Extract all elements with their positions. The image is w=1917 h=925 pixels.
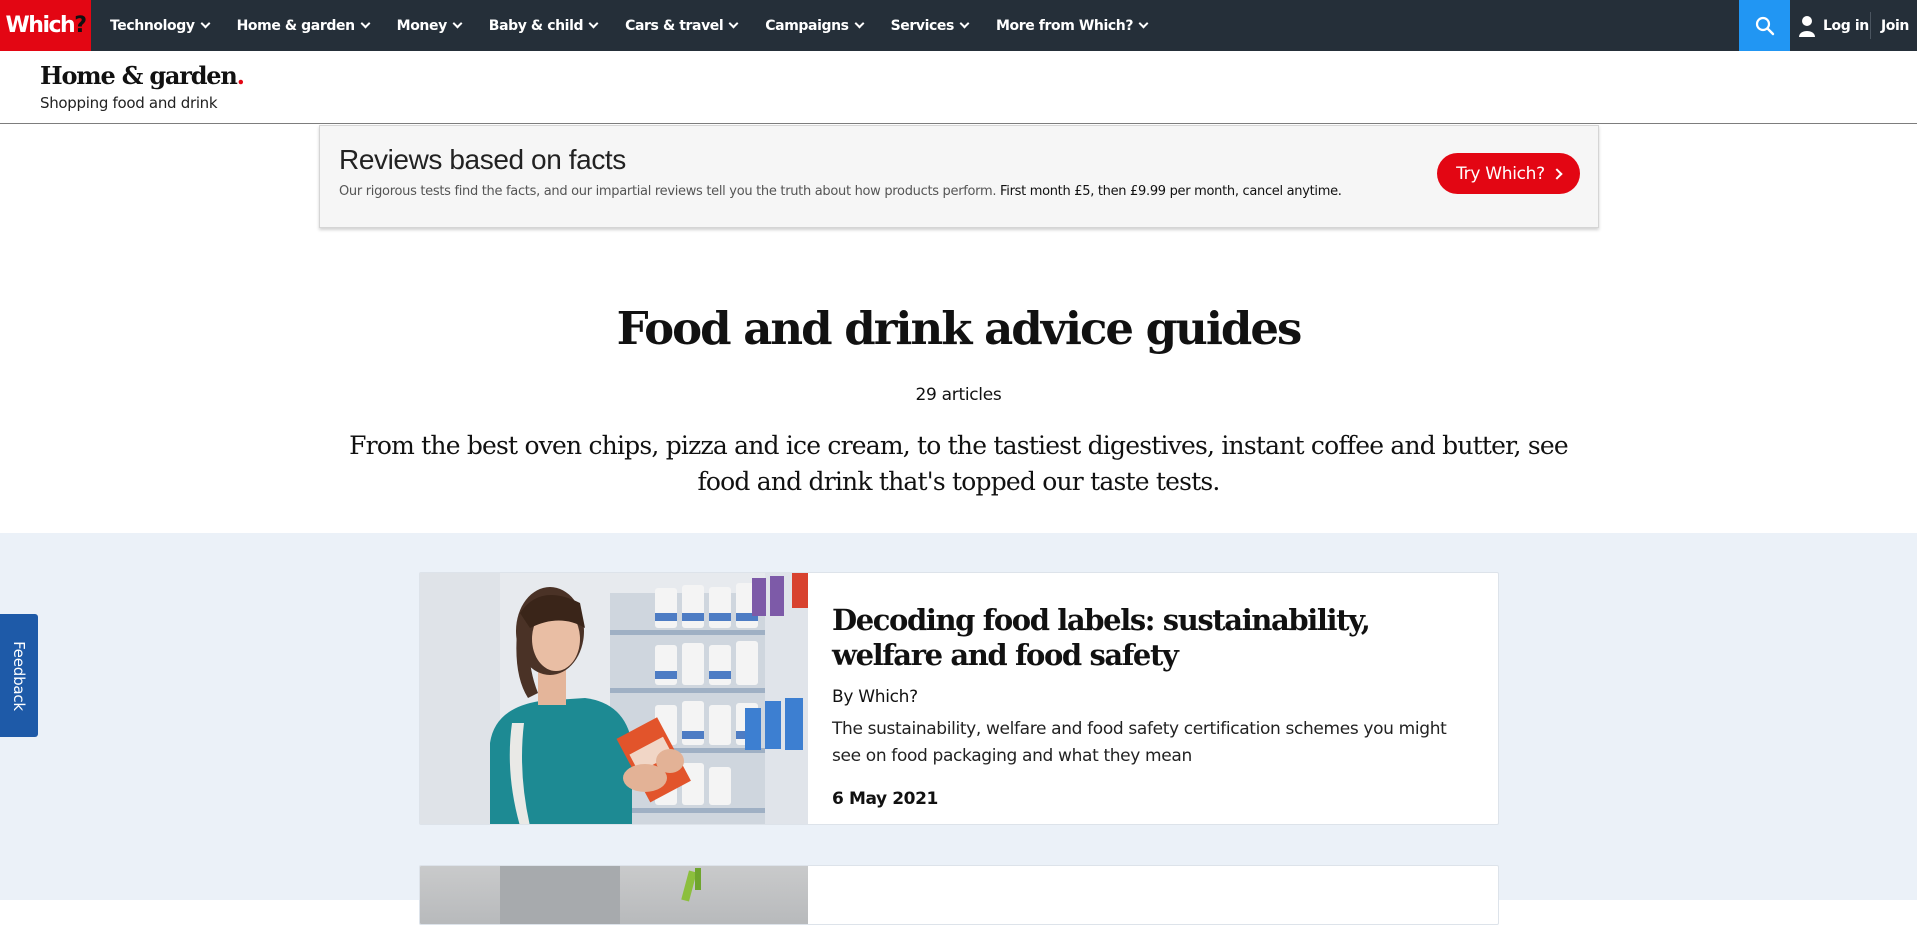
join-link[interactable]: Join xyxy=(1881,0,1909,51)
try-which-label: Try Which? xyxy=(1456,163,1545,184)
top-nav: Which? Technology Home & garden Money Ba… xyxy=(0,0,1917,51)
join-label: Join xyxy=(1881,17,1909,34)
nav-item-label: More from Which? xyxy=(995,17,1134,34)
feedback-tab[interactable]: Feedback xyxy=(0,614,38,737)
nav-item-baby-child[interactable]: Baby & child xyxy=(488,0,599,51)
section-title[interactable]: Home & garden. xyxy=(40,61,245,90)
banner-offer-text: First month £5, then £9.99 per month, ca… xyxy=(1000,184,1342,199)
chevron-down-icon xyxy=(588,18,599,29)
banner-title: Reviews based on facts xyxy=(339,144,626,175)
nav-item-home-garden[interactable]: Home & garden xyxy=(236,0,371,51)
section-header: Home & garden. Shopping food and drink xyxy=(0,51,1917,124)
nav-item-technology[interactable]: Technology xyxy=(110,0,211,51)
article-description: The sustainability, welfare and food saf… xyxy=(832,719,1447,766)
nav-item-label: Home & garden xyxy=(236,17,355,34)
article-card[interactable]: Decoding food labels: sustainability, we… xyxy=(419,572,1499,825)
page-title: Food and drink advice guides xyxy=(616,302,1303,355)
nav-item-label: Cars & travel xyxy=(625,17,724,34)
search-button[interactable] xyxy=(1739,0,1790,51)
user-icon xyxy=(1799,15,1815,37)
promo-banner: Reviews based on facts Our rigorous test… xyxy=(319,125,1599,228)
chevron-down-icon xyxy=(200,18,211,29)
login-label: Log in xyxy=(1823,17,1869,34)
article-count: 29 articles xyxy=(915,385,1002,405)
section-title-text: Home & garden xyxy=(40,61,238,90)
feedback-label: Feedback xyxy=(10,640,28,711)
article-date: 6 May 2021 xyxy=(832,789,938,809)
chevron-down-icon xyxy=(360,18,371,29)
page-intro: From the best oven chips, pizza and ice … xyxy=(349,431,1569,496)
chevron-down-icon xyxy=(728,18,739,29)
nav-item-money[interactable]: Money xyxy=(396,0,463,51)
nav-item-label: Services xyxy=(890,17,955,34)
nav-item-services[interactable]: Services xyxy=(890,0,970,51)
article-image xyxy=(420,573,808,824)
nav-item-label: Baby & child xyxy=(488,17,584,34)
nav-divider xyxy=(1870,12,1871,39)
chevron-down-icon xyxy=(1138,18,1149,29)
banner-text-main: Our rigorous tests find the facts, and o… xyxy=(339,184,997,199)
article-image xyxy=(420,866,808,924)
article-title[interactable]: Decoding food labels: sustainability, we… xyxy=(832,603,1472,673)
section-subtitle[interactable]: Shopping food and drink xyxy=(40,94,218,112)
chevron-right-icon xyxy=(1551,167,1563,180)
section-title-dot: . xyxy=(236,61,245,90)
nav-item-more-from-which[interactable]: More from Which? xyxy=(995,0,1149,51)
banner-text: Our rigorous tests find the facts, and o… xyxy=(339,184,1342,199)
chevron-down-icon xyxy=(452,18,463,29)
article-card[interactable] xyxy=(419,865,1499,925)
nav-item-label: Money xyxy=(396,17,448,34)
article-author: By Which? xyxy=(832,687,918,707)
chevron-down-icon xyxy=(854,18,865,29)
nav-item-label: Technology xyxy=(110,17,195,34)
nav-item-label: Campaigns xyxy=(765,17,849,34)
nav-item-campaigns[interactable]: Campaigns xyxy=(765,0,865,51)
logo-text: Which xyxy=(5,13,76,38)
logo-mark: ? xyxy=(74,13,87,38)
nav-item-cars-travel[interactable]: Cars & travel xyxy=(625,0,739,51)
try-which-button[interactable]: Try Which? xyxy=(1437,153,1580,194)
login-link[interactable]: Log in xyxy=(1798,0,1869,51)
which-logo[interactable]: Which? xyxy=(0,0,91,51)
chevron-down-icon xyxy=(959,18,970,29)
main-menu: Technology Home & garden Money Baby & ch… xyxy=(110,0,1175,51)
search-icon xyxy=(1755,16,1774,35)
